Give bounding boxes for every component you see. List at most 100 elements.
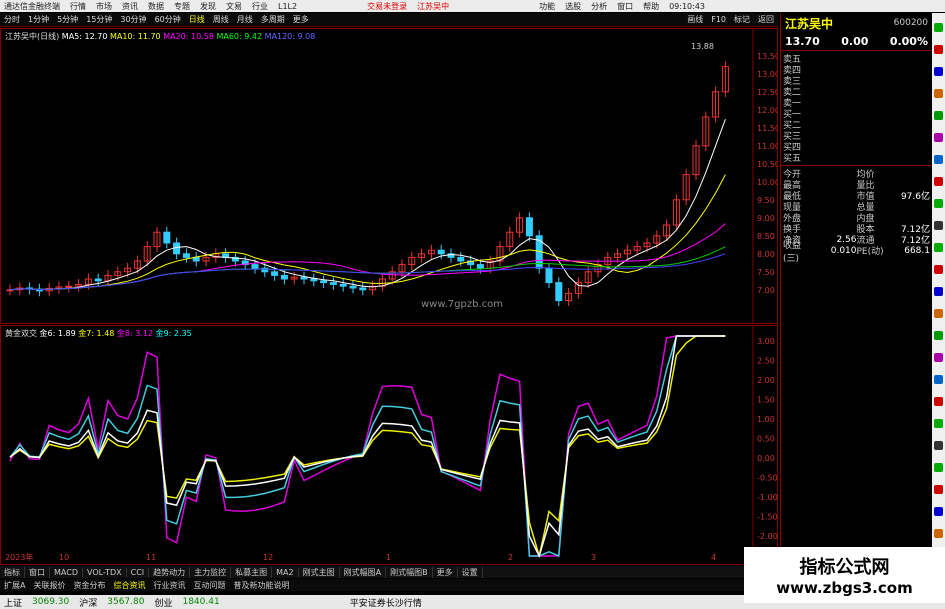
tool-icon[interactable] [934,89,943,98]
btab-1[interactable]: 窗口 [25,566,50,578]
candle-body [329,282,337,285]
menu-3[interactable]: 数据 [148,1,164,12]
tool-icon[interactable] [934,133,943,142]
quote-price: 13.70 [785,35,820,48]
btab-10[interactable]: 刚式幅图A [340,566,387,578]
menu-7[interactable]: 行业 [252,1,268,12]
trade-status[interactable]: 交易未登录 [367,1,407,12]
period-6[interactable]: 日线 [189,14,205,25]
tool-icon[interactable] [934,221,943,230]
tool-icon[interactable] [934,243,943,252]
price-tick: 10.50 [757,160,777,169]
tool-icon[interactable] [934,485,943,494]
btab-13[interactable]: 设置 [458,566,483,578]
quote-header: 江苏吴中 600200 [781,13,932,33]
btab-11[interactable]: 刚式幅图B [386,566,433,578]
btab-6[interactable]: 主力监控 [190,566,232,578]
itab-1[interactable]: 关联报价 [29,580,69,591]
period-9[interactable]: 多周期 [261,14,285,25]
menu-0[interactable]: 行情 [70,1,86,12]
indicator-chart[interactable]: 黄金双交 金6: 1.89 金7: 1.48 金8: 3.12 金9: 2.35… [0,325,778,565]
menu-2[interactable]: 资讯 [122,1,138,12]
tool-icon[interactable] [934,441,943,450]
rmenu-0[interactable]: 功能 [539,1,555,12]
rmenu-4[interactable]: 帮助 [643,1,659,12]
tool-icon[interactable] [934,23,943,32]
kline-chart[interactable]: 江苏吴中(日线) MA5: 12.70 MA10: 11.70 MA20: 10… [0,28,778,324]
tool-icon[interactable] [934,507,943,516]
price-tick: 13.00 [757,70,777,79]
period-3[interactable]: 15分钟 [86,14,112,25]
tool-icon[interactable] [934,529,943,538]
price-tick: 13.50 [757,52,777,61]
date-tick: 11 [146,553,156,562]
tool-0[interactable]: 画线 [687,14,703,25]
sh-value: 3069.30 [32,597,70,607]
itab-5[interactable]: 互动问题 [189,580,229,591]
tool-icon[interactable] [934,45,943,54]
btab-7[interactable]: 私募主图 [231,566,273,578]
tool-2[interactable]: 标记 [734,14,750,25]
tool-icon[interactable] [934,353,943,362]
btab-2[interactable]: MACD [50,567,83,577]
menu-5[interactable]: 发现 [200,1,216,12]
period-0[interactable]: 分时 [4,14,20,25]
period-1[interactable]: 1分钟 [28,14,49,25]
itab-6[interactable]: 普及新功能说明 [229,580,293,591]
itab-3[interactable]: 综合资讯 [109,580,149,591]
btab-12[interactable]: 更多 [433,566,458,578]
candle-body [251,264,259,269]
btab-4[interactable]: CCI [127,567,150,577]
period-8[interactable]: 月线 [237,14,253,25]
btab-0[interactable]: 指标 [0,566,25,578]
period-10[interactable]: 更多 [293,14,309,25]
tool-icon[interactable] [934,463,943,472]
tool-icon[interactable] [934,155,943,164]
tool-icon[interactable] [934,375,943,384]
btab-8[interactable]: MA2 [272,567,299,577]
btab-5[interactable]: 趋势动力 [149,566,191,578]
price-tick: 7.50 [757,268,775,277]
date-tick: 10 [59,553,69,562]
period-7[interactable]: 周线 [213,14,229,25]
ind-tick: 0.50 [757,435,775,444]
tool-icon[interactable] [934,177,943,186]
rmenu-3[interactable]: 窗口 [617,1,633,12]
tool-icon[interactable] [934,111,943,120]
tool-3[interactable]: 返回 [758,14,774,25]
tool-icon[interactable] [934,287,943,296]
period-2[interactable]: 5分钟 [57,14,78,25]
btab-9[interactable]: 刚式主图 [299,566,340,578]
itab-4[interactable]: 行业资讯 [149,580,189,591]
menu-8[interactable]: L1L2 [278,2,297,11]
itab-0[interactable]: 扩展A [0,580,29,591]
price-tick: 11.50 [757,124,777,133]
rmenu-1[interactable]: 选股 [565,1,581,12]
menu-1[interactable]: 市场 [96,1,112,12]
high-label: 13.88 [691,42,714,51]
book-label: 买五 [783,154,802,164]
tool-icon[interactable] [934,309,943,318]
tool-icon[interactable] [934,265,943,274]
tool-icon[interactable] [934,419,943,428]
ind-tick: -0.50 [757,474,777,483]
itab-2[interactable]: 资金分布 [69,580,109,591]
period-5[interactable]: 60分钟 [155,14,181,25]
tool-1[interactable]: F10 [711,15,726,24]
rmenu-2[interactable]: 分析 [591,1,607,12]
period-4[interactable]: 30分钟 [120,14,146,25]
info-tabs: 扩展A 关联报价 资金分布 综合资讯 行业资讯 互动问题 普及新功能说明 [0,579,778,591]
ind-tick: 3.00 [757,337,775,346]
tool-icon[interactable] [934,67,943,76]
btab-3[interactable]: VOL-TDX [83,567,127,577]
tool-icon[interactable] [934,397,943,406]
menu-6[interactable]: 文易 [226,1,242,12]
tool-icon[interactable] [934,331,943,340]
menu-4[interactable]: 专题 [174,1,190,12]
price-tick: 8.50 [757,232,775,241]
quote-price-row: 13.70 0.00 0.00% [781,33,932,51]
price-tick: 12.50 [757,88,777,97]
right-toolstrip [932,13,945,593]
ind-tick: -1.00 [757,493,777,502]
tool-icon[interactable] [934,199,943,208]
